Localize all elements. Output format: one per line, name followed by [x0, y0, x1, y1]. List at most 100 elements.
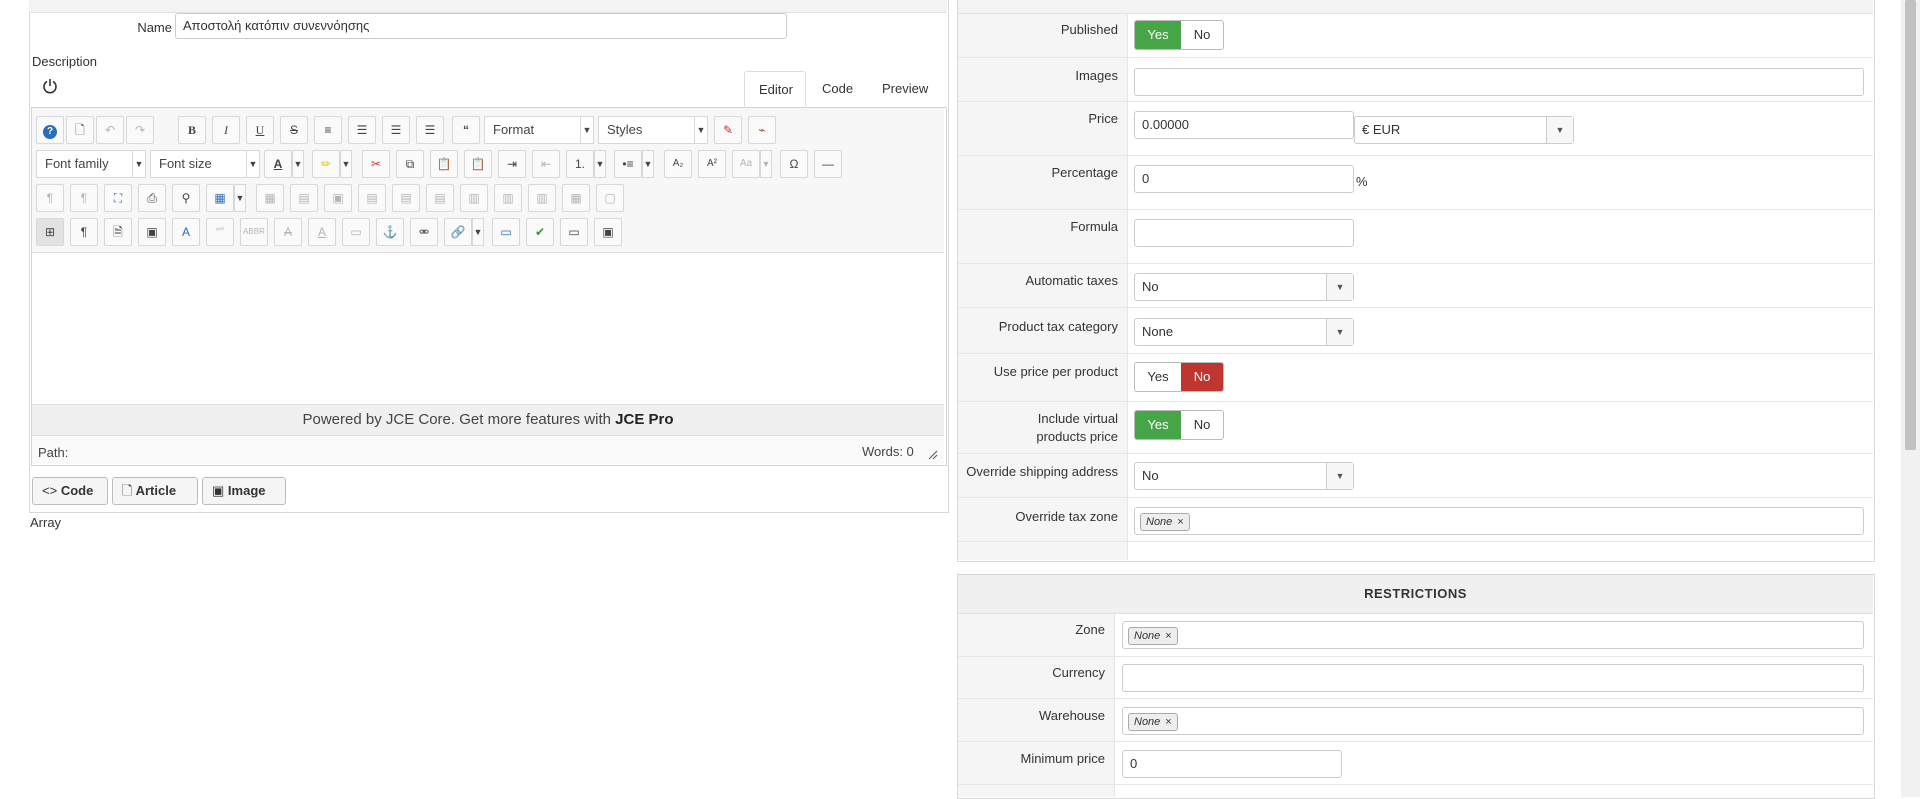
override-shipping-select[interactable]: No ▼ — [1134, 462, 1354, 490]
print-icon[interactable]: ⎙ — [138, 184, 166, 212]
chevron-down-icon[interactable]: ▼ — [642, 150, 654, 178]
paragraph-rtl-icon[interactable]: ¶ — [70, 184, 98, 212]
col-before-icon[interactable]: ▥ — [460, 184, 488, 212]
chevron-down-icon[interactable]: ▼ — [234, 184, 246, 212]
currency-select[interactable]: € EUR ▼ — [1354, 116, 1574, 144]
power-icon[interactable] — [42, 78, 58, 94]
text-case-icon[interactable]: Aa — [732, 150, 760, 178]
formula-input[interactable] — [1134, 219, 1354, 247]
link-icon[interactable]: 🔗 — [444, 218, 472, 246]
bold-icon[interactable]: B — [178, 116, 206, 144]
help-icon[interactable]: ? — [36, 116, 64, 144]
paste-text-icon[interactable]: 📋 — [464, 150, 492, 178]
zone-input[interactable]: None × — [1122, 621, 1864, 649]
search-icon[interactable]: ⚲ — [172, 184, 200, 212]
styles-select[interactable]: Styles ▼ — [598, 116, 708, 144]
table-delete-icon[interactable]: ▦ — [256, 184, 284, 212]
resize-handle-icon[interactable] — [928, 450, 938, 460]
new-document-icon[interactable]: 🗋 — [66, 116, 94, 144]
special-character-icon[interactable]: Ω — [780, 150, 808, 178]
editor-content-area[interactable] — [32, 253, 944, 403]
cleanup-brush-icon[interactable]: ⌁ — [748, 116, 776, 144]
media-icon[interactable]: ▣ — [138, 218, 166, 246]
unlink-icon[interactable]: ⚮ — [410, 218, 438, 246]
images-input[interactable] — [1134, 68, 1864, 96]
use-price-per-product-no[interactable]: No — [1181, 363, 1223, 391]
row-after-icon[interactable]: ▤ — [392, 184, 420, 212]
tab-preview[interactable]: Preview — [868, 71, 944, 107]
override-tax-zone-input[interactable]: None × — [1134, 507, 1864, 535]
show-blocks-icon[interactable]: ¶ — [70, 218, 98, 246]
delete-row-icon[interactable]: ▤ — [426, 184, 454, 212]
close-icon[interactable]: × — [1165, 716, 1171, 728]
copy-icon[interactable]: ⧉ — [396, 150, 424, 178]
delete-col-icon[interactable]: ▥ — [528, 184, 556, 212]
include-virtual-yes[interactable]: Yes — [1135, 411, 1181, 439]
align-justify-icon[interactable]: ≡ — [314, 116, 342, 144]
published-toggle[interactable]: Yes No — [1134, 20, 1224, 50]
code-button[interactable]: <> Code — [32, 477, 108, 505]
article-break-icon[interactable]: ▭ — [560, 218, 588, 246]
delete-text-icon[interactable]: A — [274, 218, 302, 246]
indent-icon[interactable]: ⇥ — [498, 150, 526, 178]
template-icon[interactable]: 🗎 — [104, 218, 132, 246]
table-cell-props-icon[interactable]: ▣ — [324, 184, 352, 212]
format-select[interactable]: Format ▼ — [484, 116, 594, 144]
abbreviation-icon[interactable]: ABBR — [240, 218, 268, 246]
chevron-down-icon[interactable]: ▼ — [472, 218, 484, 246]
fullscreen-icon[interactable]: ⛶ — [104, 184, 132, 212]
restriction-currency-input[interactable] — [1122, 664, 1864, 692]
include-virtual-toggle[interactable]: Yes No — [1134, 410, 1224, 440]
use-price-per-product-toggle[interactable]: Yes No — [1134, 362, 1224, 392]
name-input[interactable]: Αποστολή κατόπιν συνεννόησης — [175, 13, 787, 39]
read-more-icon[interactable]: ▣ — [594, 218, 622, 246]
font-size-select[interactable]: Font size ▼ — [150, 150, 260, 178]
font-family-select[interactable]: Font family ▼ — [36, 150, 146, 178]
tab-code[interactable]: Code — [808, 71, 868, 107]
underline-icon[interactable]: U — [246, 116, 274, 144]
superscript-icon[interactable]: A² — [698, 150, 726, 178]
insert-text-icon[interactable]: A — [308, 218, 336, 246]
text-color-icon[interactable]: A — [264, 150, 292, 178]
image-icon[interactable]: ▭ — [492, 218, 520, 246]
table-icon[interactable]: ▦ — [206, 184, 234, 212]
attributes-icon[interactable]: ▭ — [342, 218, 370, 246]
anchor-icon[interactable]: ⚓ — [376, 218, 404, 246]
blockquote-icon[interactable]: “ — [452, 116, 480, 144]
price-input[interactable]: 0.00000 — [1134, 111, 1354, 139]
cite-icon[interactable]: “” — [206, 218, 234, 246]
align-right-icon[interactable]: ☰ — [416, 116, 444, 144]
spellcheck-icon[interactable]: ✔ — [526, 218, 554, 246]
subscript-icon[interactable]: A₂ — [664, 150, 692, 178]
close-icon[interactable]: × — [1165, 630, 1171, 642]
image-button[interactable]: ▣ Image — [202, 477, 286, 505]
percentage-input[interactable]: 0 — [1134, 165, 1354, 193]
use-price-per-product-yes[interactable]: Yes — [1135, 363, 1181, 391]
paste-icon[interactable]: 📋 — [430, 150, 458, 178]
italic-icon[interactable]: I — [212, 116, 240, 144]
merge-cells-icon[interactable]: ▢ — [596, 184, 624, 212]
table-row-props-icon[interactable]: ▤ — [290, 184, 318, 212]
bullet-list-icon[interactable]: •≡ — [614, 150, 642, 178]
style-icon[interactable]: A — [172, 218, 200, 246]
chevron-down-icon[interactable]: ▼ — [292, 150, 304, 178]
align-center-icon[interactable]: ☰ — [348, 116, 376, 144]
strikethrough-icon[interactable]: S — [280, 116, 308, 144]
published-yes[interactable]: Yes — [1135, 21, 1181, 49]
align-left-icon[interactable]: ☰ — [382, 116, 410, 144]
minimum-price-input[interactable]: 0 — [1122, 750, 1342, 778]
split-cells-icon[interactable]: ▦ — [562, 184, 590, 212]
undo-icon[interactable]: ↶ — [96, 116, 124, 144]
cut-icon[interactable]: ✂ — [362, 150, 390, 178]
warehouse-input[interactable]: None × — [1122, 707, 1864, 735]
automatic-taxes-select[interactable]: No ▼ — [1134, 273, 1354, 301]
include-virtual-no[interactable]: No — [1181, 411, 1223, 439]
scrollbar-thumb[interactable] — [1905, 0, 1916, 450]
tab-editor[interactable]: Editor — [744, 71, 806, 107]
eraser-icon[interactable]: ✎ — [714, 116, 742, 144]
close-icon[interactable]: × — [1177, 516, 1183, 528]
chevron-down-icon[interactable]: ▼ — [594, 150, 606, 178]
article-button[interactable]: 🗋 Article — [112, 477, 198, 505]
horizontal-rule-icon[interactable]: — — [814, 150, 842, 178]
paragraph-ltr-icon[interactable]: ¶ — [36, 184, 64, 212]
